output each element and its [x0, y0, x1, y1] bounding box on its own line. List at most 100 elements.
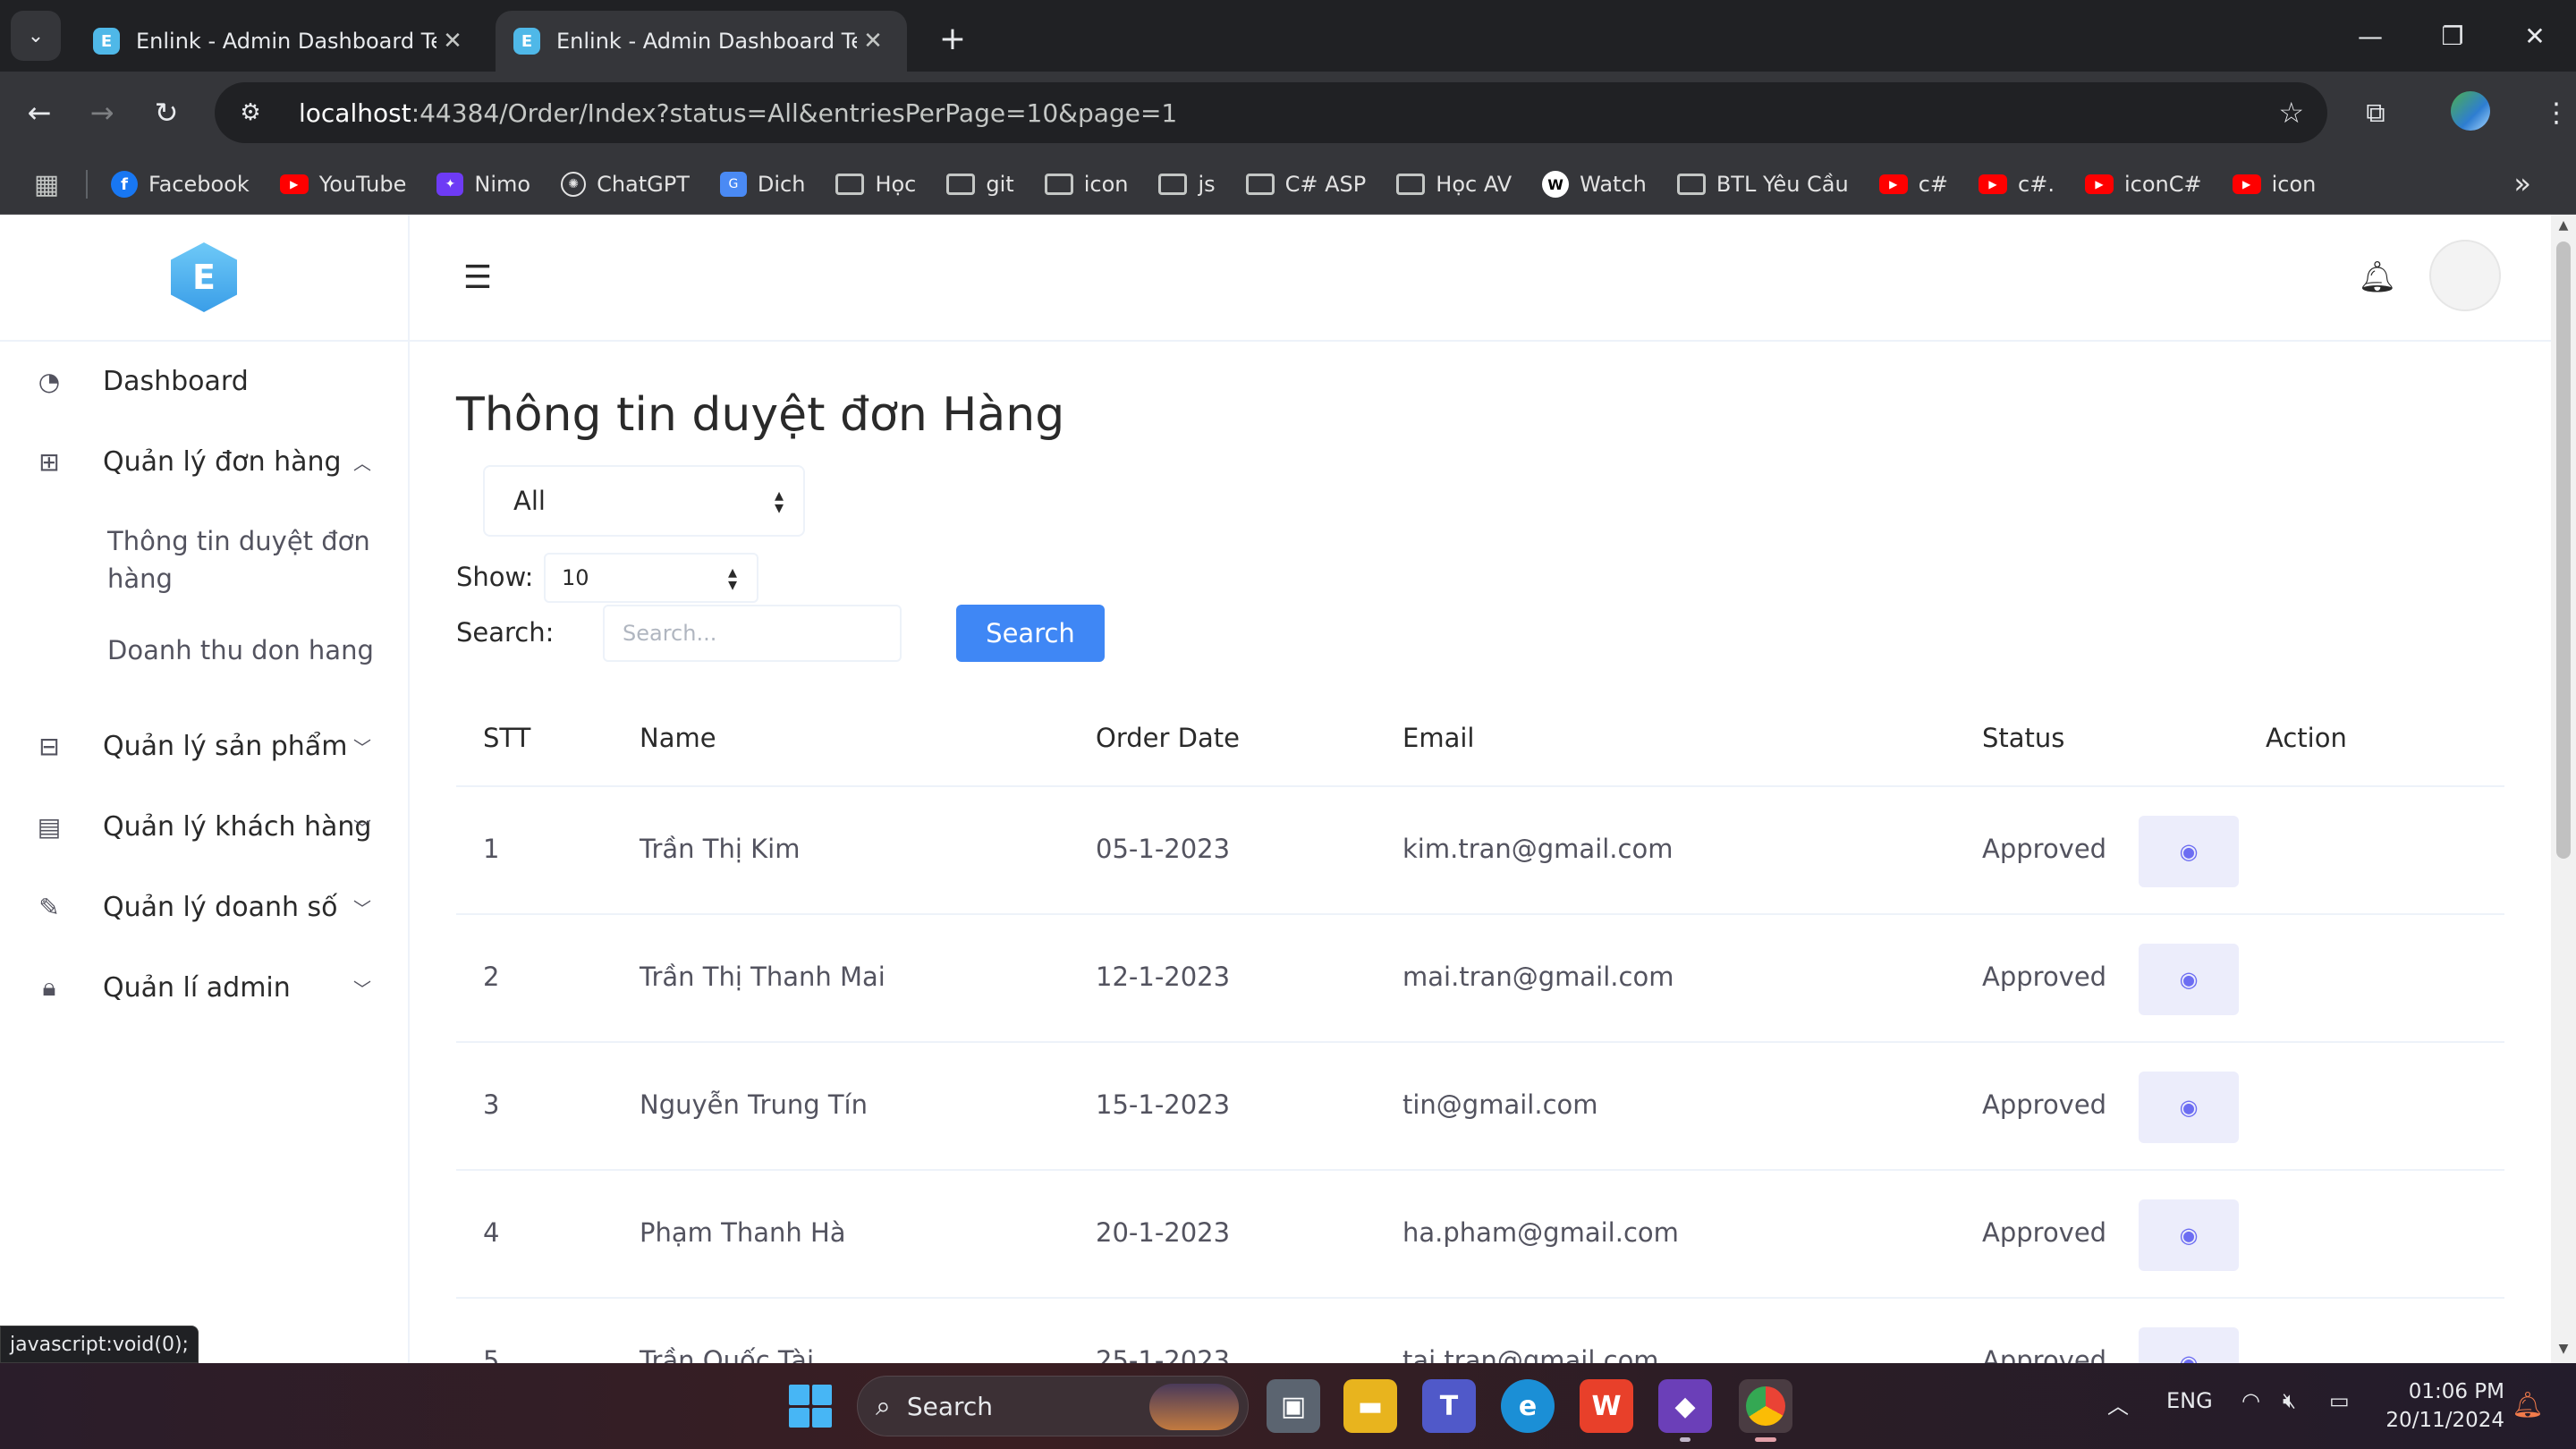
extensions-icon[interactable]: ⧉ — [2354, 91, 2397, 134]
scroll-up-icon[interactable]: ▲ — [2551, 218, 2576, 236]
system-clock[interactable]: 01:06 PM 20/11/2024 — [2379, 1377, 2504, 1435]
bookmark-item[interactable]: C# ASP — [1245, 172, 1366, 197]
sidebar-item-label: Quản lí admin — [103, 971, 291, 1004]
tab-close-icon[interactable]: ✕ — [857, 25, 889, 57]
cell-email[interactable]: tai.tran@gmail.com — [1402, 1345, 1659, 1363]
bookmark-item[interactable]: W Watch — [1542, 171, 1647, 198]
sidebar-item-sales[interactable]: ✎ Quản lý doanh số ﹀ — [0, 871, 408, 943]
bookmark-item[interactable]: js — [1158, 172, 1216, 197]
teams-icon[interactable]: T — [1422, 1379, 1476, 1433]
cell-date: 20-1-2023 — [1096, 1217, 1231, 1248]
bookmark-item[interactable]: ▶ YouTube — [279, 172, 406, 197]
forward-button[interactable]: → — [79, 89, 125, 136]
notification-bell-icon[interactable]: 🔔︎ — [2358, 258, 2397, 297]
chevron-down-icon: ﹀ — [353, 978, 371, 1000]
page-scrollbar[interactable]: ▲ ▼ — [2551, 215, 2576, 1363]
bookmark-label: js — [1198, 172, 1216, 197]
submenu-order-revenue[interactable]: Doanh thu don hang — [107, 631, 376, 669]
bookmark-item[interactable]: ✦ Nimo — [436, 172, 530, 197]
sidebar-item-customers[interactable]: ▤ Quản lý khách hàng ﹀ — [0, 791, 408, 862]
menu-toggle-icon[interactable]: ☰ — [458, 258, 497, 297]
bookmark-item[interactable]: ▶ iconC# — [2084, 172, 2202, 197]
grid-icon: ⊞ — [38, 446, 60, 477]
entries-per-page-select[interactable]: 10 ▴ ▾ — [544, 553, 758, 603]
close-window-button[interactable]: ✕ — [2508, 13, 2562, 59]
visual-studio-icon[interactable]: ◆ — [1658, 1379, 1712, 1442]
browser-menu-icon[interactable]: ⋮ — [2535, 91, 2576, 134]
cell-name: Trần Thị Thanh Mai — [640, 962, 886, 992]
cell-email[interactable]: ha.pham@gmail.com — [1402, 1217, 1679, 1248]
sidebar: E ◔ Dashboard ⊞ Quản lý đơn hàng ︿ Thông… — [0, 215, 410, 1363]
bookmark-item[interactable]: icon — [1044, 172, 1128, 197]
sidebar-item-admin[interactable]: 🔒︎ Quản lí admin ﹀ — [0, 952, 408, 1023]
tab-close-icon[interactable]: ✕ — [436, 25, 469, 57]
user-avatar[interactable] — [2429, 240, 2501, 311]
site-info-icon[interactable]: ⚙ — [233, 95, 268, 131]
view-order-button[interactable]: ◉ — [2139, 944, 2239, 1015]
wifi-icon[interactable]: ◠ — [2241, 1388, 2260, 1413]
product-icon: ⊟ — [38, 731, 60, 761]
bookmark-item[interactable]: ▶ icon — [2232, 172, 2316, 197]
battery-icon[interactable]: ▭ — [2329, 1388, 2350, 1413]
submenu-order-approval[interactable]: Thông tin duyệt đơn hàng — [107, 522, 376, 597]
web-page: E ◔ Dashboard ⊞ Quản lý đơn hàng ︿ Thông… — [0, 215, 2551, 1363]
restore-button[interactable]: ❐ — [2426, 13, 2479, 59]
cell-name: Nguyễn Trung Tín — [640, 1089, 868, 1120]
windows-start-icon[interactable] — [789, 1385, 832, 1428]
view-order-button[interactable]: ◉ — [2139, 816, 2239, 887]
back-button[interactable]: ← — [16, 89, 63, 136]
edge-icon[interactable]: e — [1501, 1379, 1555, 1433]
tray-overflow-icon[interactable]: ︿ — [2107, 1388, 2129, 1419]
bookmark-item[interactable]: Học — [835, 172, 916, 197]
view-order-button[interactable]: ◉ — [2139, 1072, 2239, 1143]
scroll-down-icon[interactable]: ▼ — [2551, 1342, 2576, 1360]
view-order-button[interactable]: ◉ — [2139, 1199, 2239, 1271]
search-input[interactable] — [603, 605, 902, 662]
scrollbar-thumb[interactable] — [2556, 242, 2571, 859]
bookmark-item[interactable]: G Dich — [719, 172, 805, 197]
bookmark-item[interactable]: Học AV — [1396, 172, 1512, 197]
reload-button[interactable]: ↻ — [143, 89, 190, 136]
youtube-icon: ▶ — [1979, 174, 2008, 194]
bookmark-item[interactable]: ▶ c# — [1878, 172, 1948, 197]
cell-email[interactable]: mai.tran@gmail.com — [1402, 962, 1674, 992]
more-bookmarks-icon[interactable]: » — [2513, 166, 2531, 200]
sidebar-item-orders[interactable]: ⊞ Quản lý đơn hàng ︿ — [0, 426, 408, 497]
main-content: ☰ 🔔︎ Thông tin duyệt đơn Hàng All ▴ ▾ Sho… — [410, 215, 2551, 1363]
tab-search-button[interactable]: ⌄ — [11, 11, 61, 61]
bookmark-star-icon[interactable]: ☆ — [2278, 96, 2304, 130]
sidebar-item-label: Quản lý đơn hàng — [103, 445, 342, 478]
clock-time: 01:06 PM — [2408, 1380, 2504, 1403]
search-button[interactable]: Search — [956, 605, 1105, 662]
bookmark-item[interactable]: git — [946, 172, 1014, 197]
wps-office-icon[interactable]: W — [1580, 1379, 1633, 1433]
chrome-icon[interactable] — [1739, 1379, 1792, 1442]
new-tab-button[interactable]: + — [930, 16, 975, 61]
status-filter-select[interactable]: All ▴ ▾ — [483, 465, 805, 537]
taskbar-search[interactable]: ⌕ Search — [857, 1376, 1249, 1436]
speaker-muted-icon[interactable]: 🔇︎ — [2283, 1388, 2296, 1413]
profile-avatar[interactable] — [2451, 91, 2490, 131]
notification-icon[interactable]: 🔔︎ — [2512, 1390, 2544, 1419]
url-text[interactable]: localhost:44384/Order/Index?status=All&e… — [299, 98, 1177, 128]
view-order-button[interactable]: ◉ — [2139, 1327, 2239, 1363]
file-explorer-icon[interactable]: ▬ — [1343, 1379, 1397, 1433]
apps-grid-icon[interactable]: ▦ — [29, 166, 64, 202]
cell-email[interactable]: tin@gmail.com — [1402, 1089, 1598, 1120]
cell-email[interactable]: kim.tran@gmail.com — [1402, 834, 1673, 864]
bookmark-item[interactable]: ▶ c#. — [1979, 172, 2055, 197]
task-view-icon[interactable]: ▣ — [1267, 1379, 1320, 1433]
bookmark-item[interactable]: f Facebook — [111, 171, 250, 198]
sidebar-item-dashboard[interactable]: ◔ Dashboard — [0, 345, 408, 417]
youtube-icon: ▶ — [1878, 174, 1908, 194]
address-bar[interactable]: ⚙ localhost:44384/Order/Index?status=All… — [215, 82, 2327, 143]
tab-active[interactable]: E Enlink - Admin Dashboard Template ✕ — [496, 11, 907, 72]
logo[interactable]: E — [171, 242, 237, 312]
language-indicator[interactable]: ENG — [2166, 1388, 2213, 1413]
sidebar-item-products[interactable]: ⊟ Quản lý sản phẩm ﹀ — [0, 710, 408, 782]
bookmark-item[interactable]: BTL Yêu Cầu — [1676, 172, 1849, 197]
tab-inactive[interactable]: E Enlink - Admin Dashboard Template ✕ — [75, 11, 487, 72]
logo-area: E — [0, 215, 408, 342]
bookmark-item[interactable]: ✺ ChatGPT — [561, 172, 690, 197]
minimize-button[interactable]: — — [2343, 13, 2397, 59]
